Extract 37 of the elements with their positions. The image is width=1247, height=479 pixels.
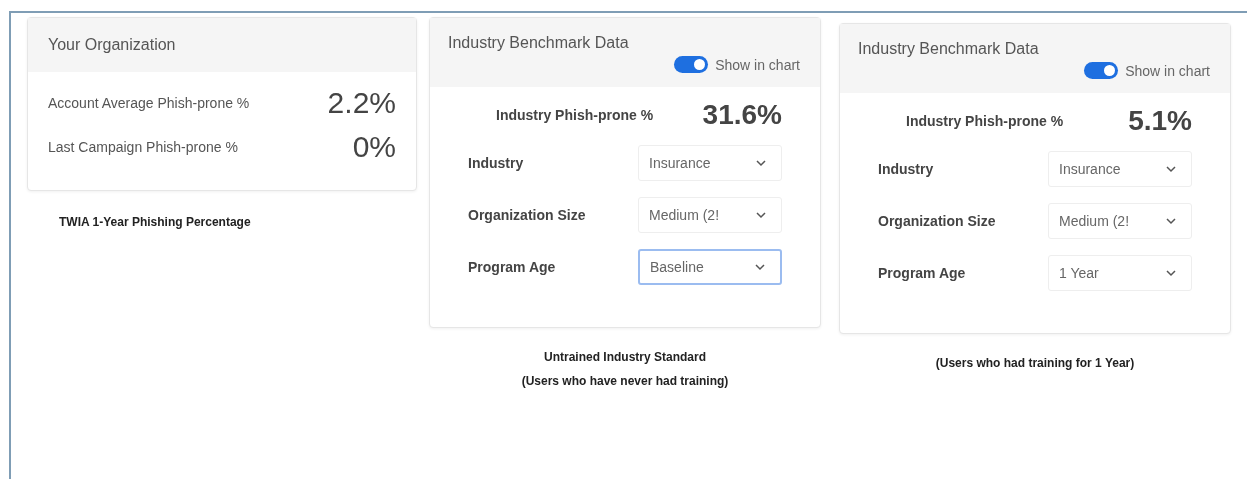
- stat-value: 5.1%: [1128, 105, 1192, 137]
- stat-value: 0%: [352, 130, 396, 164]
- dropdown[interactable]: Baseline: [638, 249, 782, 285]
- card-title: Industry Benchmark Data: [448, 34, 630, 52]
- chevron-icon: [1165, 269, 1177, 277]
- caption: Untrained Industry Standard: [544, 350, 706, 364]
- dropdown[interactable]: Insurance: [638, 145, 782, 181]
- stat-label: Account Average Phish-prone %: [48, 94, 251, 113]
- stat-label: Last Campaign Phish-prone %: [48, 138, 239, 157]
- toggle-label: Show in chart: [1125, 62, 1210, 79]
- dropdown[interactable]: 1 Year: [1048, 255, 1192, 291]
- field-label: Industry: [878, 160, 935, 179]
- caption: (Users who have never had training): [521, 374, 729, 388]
- stat-value: 31.6%: [702, 99, 782, 131]
- stat-label: Industry Phish-prone %: [496, 106, 655, 125]
- field-label: Organization Size: [468, 206, 587, 225]
- toggle-label: Show in chart: [715, 56, 800, 73]
- stat-label: Industry Phish-prone %: [906, 112, 1064, 131]
- chevron-icon: [1165, 217, 1177, 225]
- chart-title: TWIA 1-Year Phishing Percentage: [59, 215, 252, 229]
- dropdown[interactable]: Medium (2!: [638, 197, 782, 233]
- dropdown[interactable]: Insurance: [1048, 151, 1192, 187]
- caption: (Users who had training for 1 Year): [935, 356, 1135, 370]
- field-label: Program Age: [468, 258, 557, 277]
- dropdown[interactable]: Medium (2!: [1048, 203, 1192, 239]
- chevron-icon: [755, 211, 767, 219]
- chevron-icon: [754, 263, 766, 271]
- field-label: Program Age: [878, 264, 967, 283]
- field-label: Organization Size: [878, 212, 997, 231]
- card-title: Industry Benchmark Data: [858, 40, 1040, 58]
- chevron-icon: [755, 159, 767, 167]
- chevron-icon: [1165, 165, 1177, 173]
- stat-value: 2.2%: [327, 86, 396, 120]
- field-label: Industry: [468, 154, 525, 173]
- toggle-switch[interactable]: [674, 56, 709, 73]
- card-title: Your Organization: [48, 36, 176, 53]
- toggle-switch[interactable]: [1084, 62, 1119, 79]
